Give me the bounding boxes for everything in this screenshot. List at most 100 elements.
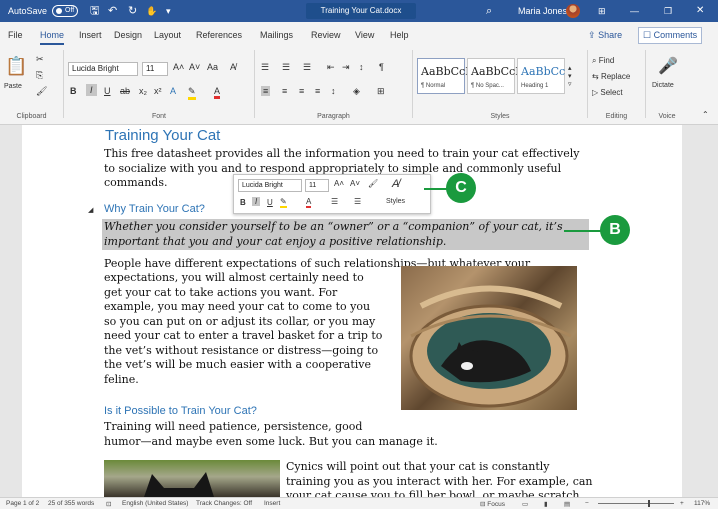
style-heading-1[interactable]: AaBbCc Heading 1 — [517, 58, 565, 94]
tab-home[interactable]: Home — [40, 30, 65, 45]
ribbon-display-icon[interactable]: ⊞ — [598, 4, 606, 18]
zoom-level[interactable]: 117% — [694, 500, 710, 507]
mini-highlight-icon[interactable]: ✎ — [280, 197, 287, 208]
word-count[interactable]: 25 of 355 words — [48, 500, 94, 507]
style-no-spacing[interactable]: AaBbCcI ¶ No Spac... — [467, 58, 520, 94]
numbering-icon[interactable]: ☰ — [282, 62, 290, 73]
autosave-toggle[interactable]: Off — [52, 5, 78, 17]
shrink-font-icon[interactable]: A˅ — [189, 62, 200, 72]
zoom-slider[interactable] — [598, 503, 674, 504]
bold-icon[interactable]: B — [70, 86, 77, 96]
tab-insert[interactable]: Insert — [79, 30, 102, 40]
find-button[interactable]: ⌕ Find — [592, 56, 614, 66]
pilcrow-icon[interactable]: ¶ — [379, 62, 384, 72]
collapse-ribbon-icon[interactable]: ⌃ — [702, 110, 709, 119]
mini-styles-button[interactable]: Styles — [386, 198, 405, 205]
restore-icon[interactable]: ❐ — [664, 4, 672, 18]
grow-font-icon[interactable]: A˄ — [173, 62, 184, 72]
redo-icon[interactable]: ↻ — [128, 4, 137, 18]
user-avatar[interactable] — [566, 4, 580, 18]
focus-button[interactable]: ⊟ Focus — [480, 500, 505, 508]
mini-format-painter-icon[interactable]: 🖌 — [368, 179, 378, 188]
highlight-icon[interactable]: ✎ — [188, 86, 196, 100]
decrease-indent-icon[interactable]: ⇤ — [327, 62, 335, 73]
tab-review[interactable]: Review — [311, 30, 341, 40]
align-right-icon[interactable]: ≡ — [299, 86, 304, 96]
select-button[interactable]: ▷ Select — [592, 88, 623, 97]
tab-view[interactable]: View — [355, 30, 374, 40]
mini-bold-icon[interactable]: B — [240, 198, 246, 207]
mini-font-size-box[interactable]: 11 — [305, 179, 329, 192]
underline-icon[interactable]: U — [104, 86, 111, 96]
font-size-box[interactable]: 11 — [142, 62, 168, 76]
print-layout-icon[interactable]: ▮ — [544, 500, 548, 508]
zoom-slider-thumb[interactable] — [648, 500, 650, 507]
mini-font-color-icon[interactable]: A — [306, 197, 312, 208]
bullets-icon[interactable]: ☰ — [261, 62, 269, 73]
italic-icon[interactable]: I — [86, 84, 97, 96]
line-spacing-icon[interactable]: ↕ — [331, 86, 336, 96]
style-normal[interactable]: AaBbCcI ¶ Normal — [417, 58, 470, 94]
mini-underline-icon[interactable]: U — [267, 198, 273, 207]
collapse-heading-icon[interactable]: ◢ — [88, 206, 93, 214]
format-painter-icon[interactable]: 🖌 — [36, 86, 47, 97]
save-icon[interactable]: 🖫 — [90, 4, 99, 18]
mini-grow-font-icon[interactable]: A˄ — [334, 179, 344, 188]
document-title[interactable]: Training Your Cat.docx — [306, 3, 416, 19]
paste-button[interactable]: Paste — [4, 83, 22, 90]
web-layout-icon[interactable]: ▤ — [564, 500, 570, 508]
justify-icon[interactable]: ≡ — [315, 86, 320, 96]
shading-icon[interactable]: ◈ — [353, 86, 360, 97]
subscript-icon[interactable]: x₂ — [139, 86, 147, 96]
copy-icon[interactable]: ⎘ — [36, 70, 43, 81]
read-mode-icon[interactable]: ▭ — [522, 500, 528, 508]
mini-numbering-icon[interactable]: ☰ — [354, 197, 361, 206]
user-name[interactable]: Maria Jones — [518, 4, 567, 18]
paste-icon[interactable]: 📋 — [5, 56, 27, 77]
align-left-icon[interactable]: ≡ — [261, 86, 271, 96]
cat-in-basket-photo[interactable] — [401, 266, 577, 410]
tab-references[interactable]: References — [196, 30, 242, 40]
superscript-icon[interactable]: x² — [154, 86, 162, 96]
share-button[interactable]: ⇪ Share — [588, 30, 622, 41]
styles-scroll-icon[interactable]: ▴ ▾ ▿ — [568, 64, 572, 88]
font-color-icon[interactable]: A — [214, 86, 221, 99]
microphone-icon[interactable]: 🎤 — [658, 56, 678, 76]
zoom-out-icon[interactable]: − — [585, 500, 589, 507]
tab-help[interactable]: Help — [390, 30, 409, 40]
align-center-icon[interactable]: ≡ — [282, 86, 287, 96]
undo-icon[interactable]: ↶ — [108, 4, 117, 18]
track-changes-status[interactable]: Track Changes: Off — [196, 500, 252, 507]
selected-italic-paragraph[interactable]: Whether you consider yourself to be an “… — [104, 220, 563, 249]
document-page[interactable]: Training Your Cat This free datasheet pr… — [22, 125, 682, 502]
clear-formatting-icon[interactable]: A̸ — [230, 62, 236, 72]
language-indicator[interactable]: English (United States) — [122, 500, 188, 507]
customize-qat-icon[interactable]: ▾ — [166, 4, 171, 18]
mini-bullets-icon[interactable]: ☰ — [331, 197, 338, 206]
mini-shrink-font-icon[interactable]: A˅ — [350, 179, 360, 188]
zoom-in-icon[interactable]: + — [680, 500, 684, 507]
mini-styles-pen-icon[interactable]: A̸ — [392, 178, 399, 190]
dictate-button[interactable]: Dictate — [652, 82, 674, 89]
change-case-icon[interactable]: Aa — [207, 62, 218, 72]
page-count[interactable]: Page 1 of 2 — [6, 500, 39, 507]
cut-icon[interactable]: ✂ — [36, 54, 44, 65]
tab-design[interactable]: Design — [114, 30, 142, 40]
tab-file[interactable]: File — [8, 30, 23, 40]
proofing-icon[interactable]: ⊡ — [106, 500, 111, 508]
increase-indent-icon[interactable]: ⇥ — [342, 62, 350, 73]
mini-italic-icon[interactable]: I — [252, 197, 261, 206]
font-family-box[interactable]: Lucida Bright — [68, 62, 138, 76]
insert-mode[interactable]: Insert — [264, 500, 280, 507]
touch-mode-icon[interactable]: ✋ — [146, 4, 157, 18]
text-effects-icon[interactable]: A — [170, 86, 176, 96]
close-icon[interactable]: ✕ — [696, 4, 704, 18]
replace-button[interactable]: ⇆ Replace — [592, 72, 630, 81]
multilevel-list-icon[interactable]: ☰ — [303, 62, 311, 73]
search-icon[interactable]: ⌕ — [486, 4, 492, 18]
borders-icon[interactable]: ⊞ — [377, 86, 385, 97]
tab-layout[interactable]: Layout — [154, 30, 181, 40]
comments-button[interactable]: ☐ Comments — [638, 27, 703, 44]
sort-icon[interactable]: ↕ — [359, 62, 364, 72]
cat-portrait-photo[interactable] — [104, 460, 280, 497]
